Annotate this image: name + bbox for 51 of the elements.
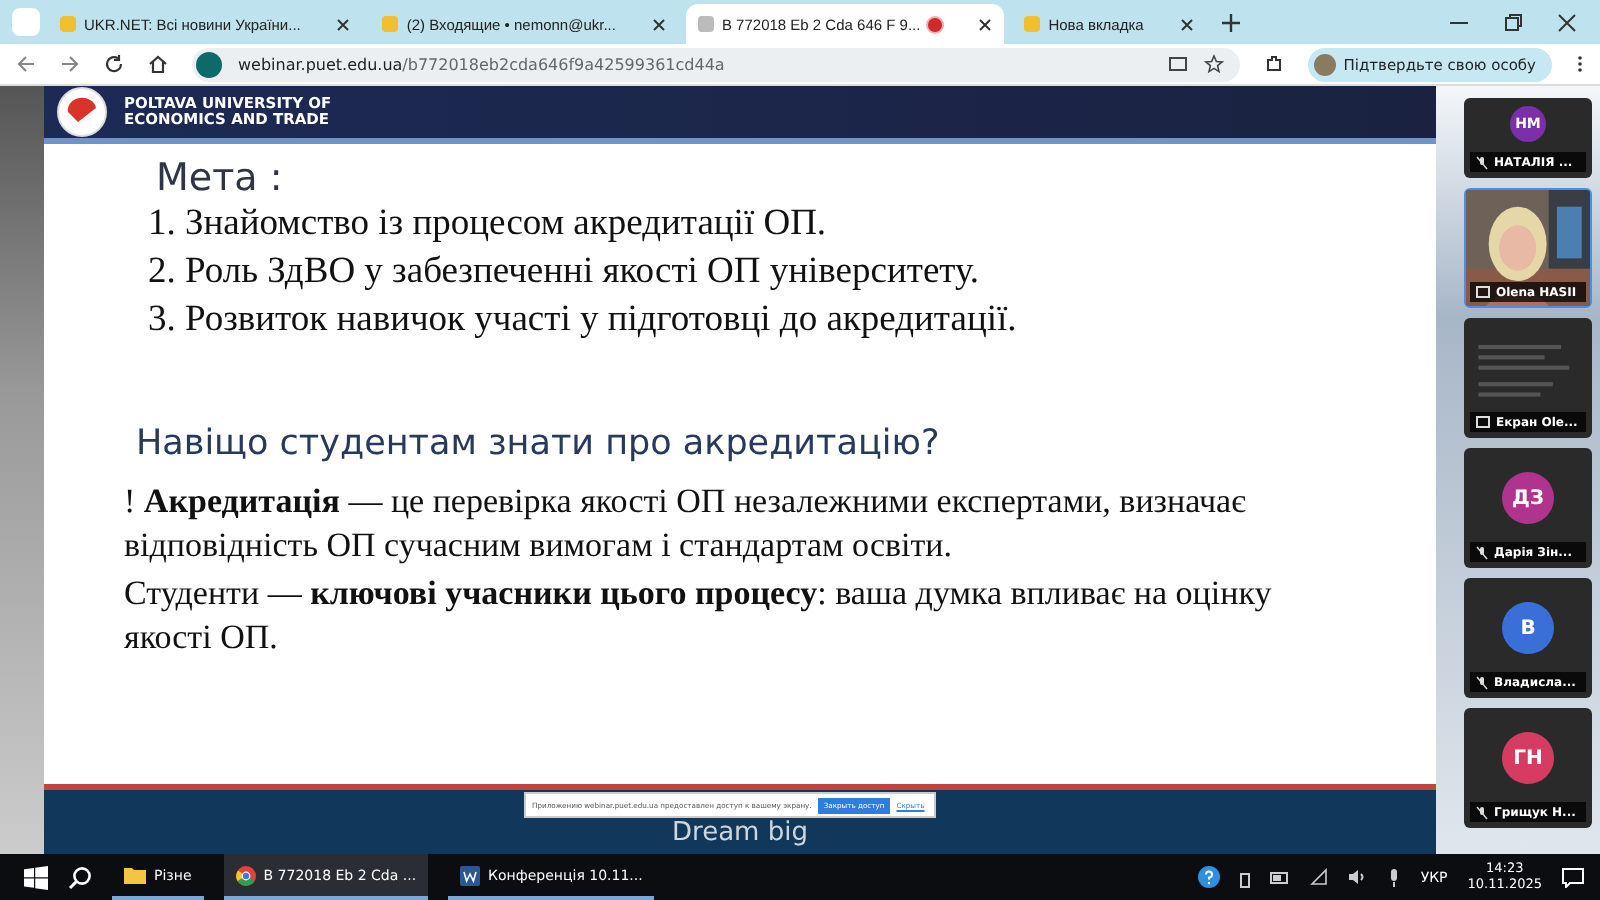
goal-item: 3. Розвиток навичок участі у підготовці до акредитації. bbox=[148, 298, 1019, 344]
favicon-icon bbox=[60, 16, 76, 32]
help-icon[interactable] bbox=[1198, 866, 1221, 888]
muted-mic-icon bbox=[1476, 155, 1488, 169]
extensions-icon[interactable] bbox=[1263, 54, 1284, 74]
favicon-icon bbox=[382, 16, 399, 32]
install-icon[interactable] bbox=[1167, 54, 1188, 74]
url-path: /b772018eb2cda646f9a42599361cd44a bbox=[402, 55, 725, 73]
goal-item: 1. Знайомство із процесом акредитації ОП. bbox=[148, 202, 829, 248]
favicon-icon bbox=[1024, 16, 1041, 32]
close-icon[interactable] bbox=[978, 17, 993, 31]
reload-icon[interactable] bbox=[104, 54, 124, 74]
footer-slogan: Dream big bbox=[672, 818, 808, 852]
close-icon[interactable] bbox=[1179, 17, 1194, 31]
close-icon[interactable] bbox=[651, 17, 666, 31]
muted-mic-icon bbox=[1476, 545, 1488, 559]
document-icon bbox=[460, 865, 481, 885]
restore-icon[interactable] bbox=[1504, 13, 1522, 31]
muted-mic-icon bbox=[1476, 805, 1488, 819]
battery-icon[interactable] bbox=[1270, 871, 1291, 883]
question-heading: Навіщо студентам знати про акредитацію? bbox=[136, 424, 942, 464]
close-icon[interactable] bbox=[1558, 13, 1576, 31]
forward-icon[interactable] bbox=[60, 54, 80, 74]
microphone-icon[interactable] bbox=[1388, 867, 1401, 887]
screen-share-icon bbox=[1476, 416, 1490, 428]
avatar: В bbox=[1502, 602, 1554, 654]
url-domain: webinar.puet.edu.ua bbox=[238, 55, 403, 73]
favicon-icon bbox=[697, 16, 714, 32]
wifi-icon[interactable] bbox=[1310, 868, 1329, 886]
address-field[interactable]: webinar.puet.edu.ua/b772018eb2cda646f9a42599361cd44a bbox=[192, 47, 1240, 81]
video-icon bbox=[1476, 286, 1490, 298]
goal-title: Мета : bbox=[156, 156, 285, 200]
avatar: ГН bbox=[1502, 732, 1554, 784]
more-icon[interactable] bbox=[1576, 54, 1584, 74]
back-icon[interactable] bbox=[16, 54, 36, 74]
goal-item: 2. Роль ЗдВО у забезпеченні якості ОП університету. bbox=[148, 250, 982, 296]
star-icon[interactable] bbox=[1203, 54, 1224, 74]
paragraph: ! Акредитація — це перевірка якості ОП незалежними експертами, визначає відповідність ОП сучасним вимогам і стандартам освіти. bbox=[124, 480, 1248, 568]
new-tab-icon[interactable] bbox=[1221, 13, 1240, 31]
folder-icon bbox=[124, 866, 146, 884]
home-icon[interactable] bbox=[148, 54, 168, 74]
avatar: ДЗ bbox=[1502, 472, 1554, 524]
paragraph: Студенти — ключові учасники цього процесу: ваша думка впливає на оцінку якості ОП. bbox=[124, 572, 1274, 660]
search-icon[interactable] bbox=[68, 865, 92, 889]
site-info-icon[interactable] bbox=[196, 51, 222, 77]
windows-start-icon[interactable] bbox=[24, 865, 48, 889]
close-icon[interactable] bbox=[336, 17, 351, 31]
muted-mic-icon bbox=[1476, 675, 1488, 689]
notifications-icon[interactable] bbox=[1562, 867, 1584, 887]
volume-icon[interactable] bbox=[1348, 868, 1369, 886]
browser-icon bbox=[235, 865, 256, 885]
